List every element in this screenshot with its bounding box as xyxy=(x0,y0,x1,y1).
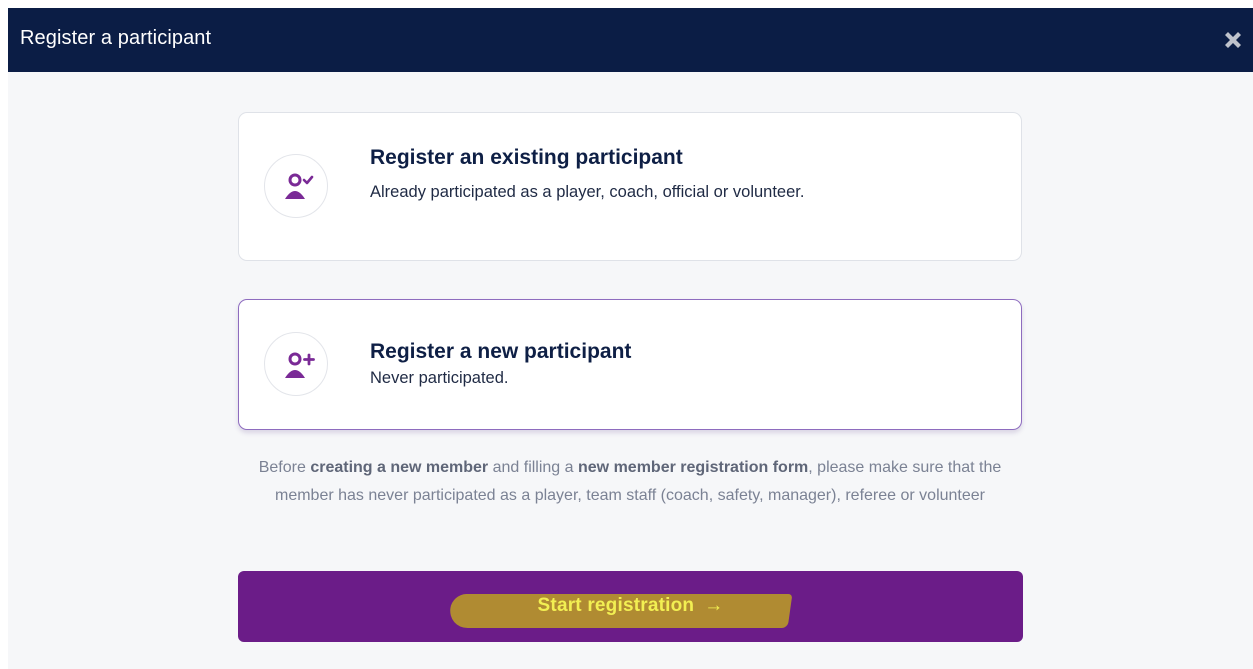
note-bold-text: creating a new member xyxy=(310,459,489,476)
register-existing-option[interactable]: Register an existing participant Already… xyxy=(238,112,1022,261)
register-new-option[interactable]: Register a new participant Never partici… xyxy=(238,299,1022,430)
note-bold-text: new member registration form xyxy=(578,459,809,476)
user-check-icon xyxy=(264,154,328,218)
start-registration-label: Start registration → xyxy=(238,595,1023,617)
start-registration-button[interactable]: Start registration → xyxy=(238,571,1023,642)
user-plus-icon xyxy=(264,332,328,396)
new-option-title: Register a new participant xyxy=(370,340,632,363)
arrow-right-icon: → xyxy=(704,595,724,616)
dialog-header: Register a participant xyxy=(8,8,1253,72)
note-text: and filling a xyxy=(488,459,578,476)
new-member-warning: Before creating a new member and filling… xyxy=(238,454,1022,510)
existing-option-description: Already participated as a player, coach,… xyxy=(370,183,805,201)
dialog-title: Register a participant xyxy=(20,27,212,49)
existing-option-title: Register an existing participant xyxy=(370,146,683,169)
start-registration-text: Start registration xyxy=(537,595,695,616)
note-text: Before xyxy=(258,459,311,476)
dialog: Register a participant Register an exist… xyxy=(8,8,1253,669)
close-icon[interactable] xyxy=(1219,26,1247,54)
new-option-description: Never participated. xyxy=(370,369,509,387)
